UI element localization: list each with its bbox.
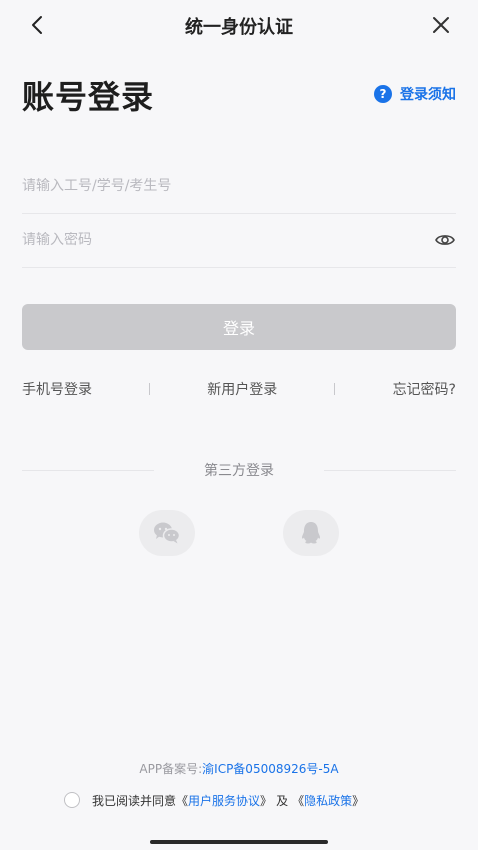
login-options: 手机号登录 新用户登录 忘记密码? [22,378,456,400]
divider [149,383,151,395]
agreement-row: 我已阅读并同意 《 用户服务协议 》 及 《 隐私政策 》 [64,790,364,810]
and-text: 及 [276,793,289,808]
third-party-label: 第三方登录 [204,463,274,479]
qq-login-button[interactable] [283,510,339,556]
qq-icon [302,522,320,544]
privacy-policy-link[interactable]: 隐私政策 [304,792,352,809]
close-icon [433,17,449,33]
new-user-login-link[interactable]: 新用户登录 [207,379,277,399]
divider-line [324,469,456,471]
divider-line [22,469,154,471]
toggle-password-visibility-button[interactable] [434,229,456,251]
phone-login-link[interactable]: 手机号登录 [22,379,92,399]
eye-icon [435,235,455,245]
quote-close: 》 [260,793,273,808]
login-heading: 账号登录 [22,78,155,116]
quote-open: 《 [176,793,189,808]
page-title: 统一身份认证 [185,17,293,38]
quote-open: 《 [292,793,305,808]
record-prefix: APP备案号: [139,762,203,776]
login-button[interactable]: 登录 [22,304,456,350]
record-number-link[interactable]: 渝ICP备05008926号-5A [202,762,338,776]
help-icon: ? [374,85,392,103]
password-field [22,213,456,268]
account-field [22,159,456,214]
password-input[interactable] [22,232,434,248]
divider [334,383,336,395]
forgot-password-link[interactable]: 忘记密码? [393,379,456,399]
third-party-section-title: 第三方登录 [22,460,456,480]
user-agreement-link[interactable]: 用户服务协议 [188,792,260,809]
back-button[interactable] [22,10,52,40]
top-bar: 统一身份认证 [0,0,478,52]
login-notice-link[interactable]: ? 登录须知 [374,84,456,104]
chevron-left-icon [32,16,42,34]
home-indicator [150,840,328,844]
icp-record: APP备案号:渝ICP备05008926号-5A [0,760,478,777]
wechat-icon [154,522,181,544]
account-input[interactable] [22,178,456,194]
agree-text: 我已阅读并同意 [92,793,177,808]
login-notice-label: 登录须知 [400,87,456,103]
quote-close: 》 [352,793,365,808]
agree-checkbox[interactable] [64,792,80,808]
close-button[interactable] [426,10,456,40]
wechat-login-button[interactable] [139,510,195,556]
